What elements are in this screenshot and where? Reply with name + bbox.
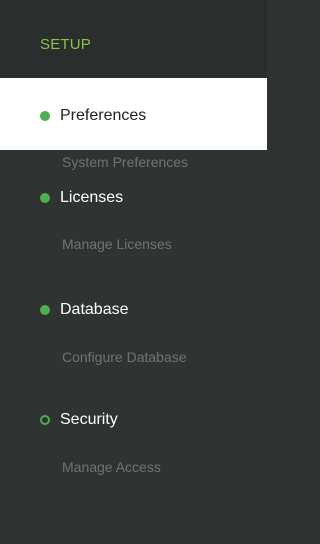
sidebar-item-label: Licenses — [60, 189, 124, 206]
status-filled-dot-icon — [40, 193, 50, 203]
sidebar-item-label: Security — [60, 411, 118, 428]
setup-sidebar: SETUP Preferences System Preferences Lic… — [0, 0, 267, 544]
status-filled-dot-icon — [40, 111, 50, 121]
status-hollow-dot-icon — [40, 415, 50, 425]
sidebar-item-row[interactable]: Preferences — [0, 78, 267, 150]
sidebar-item-sublabel[interactable]: Manage Access — [62, 458, 161, 476]
sidebar-item-label: Preferences — [60, 107, 147, 124]
sidebar-item-label: Database — [60, 301, 129, 318]
sidebar-section-header: SETUP — [0, 0, 267, 78]
status-filled-dot-icon — [40, 305, 50, 315]
sidebar-item-sublabel[interactable]: System Preferences — [62, 153, 188, 171]
sidebar-item-sublabel[interactable]: Configure Database — [62, 348, 187, 366]
section-title: SETUP — [40, 36, 92, 53]
sidebar-item-sublabel[interactable]: Manage Licenses — [62, 235, 172, 253]
